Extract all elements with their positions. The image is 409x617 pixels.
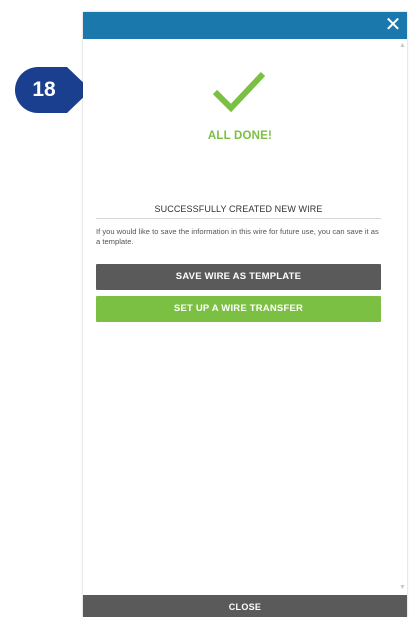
save-wire-as-template-button[interactable]: SAVE WIRE AS TEMPLATE (96, 264, 381, 290)
scroll-down-arrow-icon[interactable]: ▼ (399, 584, 406, 591)
step-marker: 18 (15, 67, 91, 113)
screen: 18 ✕ ALL DONE! SUCCESSFULLY CREATED NEW … (0, 0, 409, 617)
divider (96, 218, 381, 219)
modal-body: ALL DONE! SUCCESSFULLY CREATED NEW WIRE … (83, 39, 397, 595)
close-icon[interactable]: ✕ (383, 13, 403, 37)
info-text: If you would like to save the informatio… (96, 227, 379, 246)
step-number: 18 (32, 78, 56, 101)
check-icon (212, 71, 266, 113)
set-up-wire-transfer-button[interactable]: SET UP A WIRE TRANSFER (96, 296, 381, 322)
close-button[interactable]: CLOSE (83, 595, 407, 617)
scroll-up-arrow-icon[interactable]: ▲ (399, 42, 406, 49)
modal-scrollbar[interactable]: ▲ ▼ (397, 39, 407, 595)
success-heading: SUCCESSFULLY CREATED NEW WIRE (154, 204, 323, 214)
wire-success-modal: ✕ ALL DONE! SUCCESSFULLY CREATED NEW WIR… (83, 12, 407, 617)
success-title: ALL DONE! (207, 130, 273, 142)
modal-header: ✕ (83, 12, 407, 39)
